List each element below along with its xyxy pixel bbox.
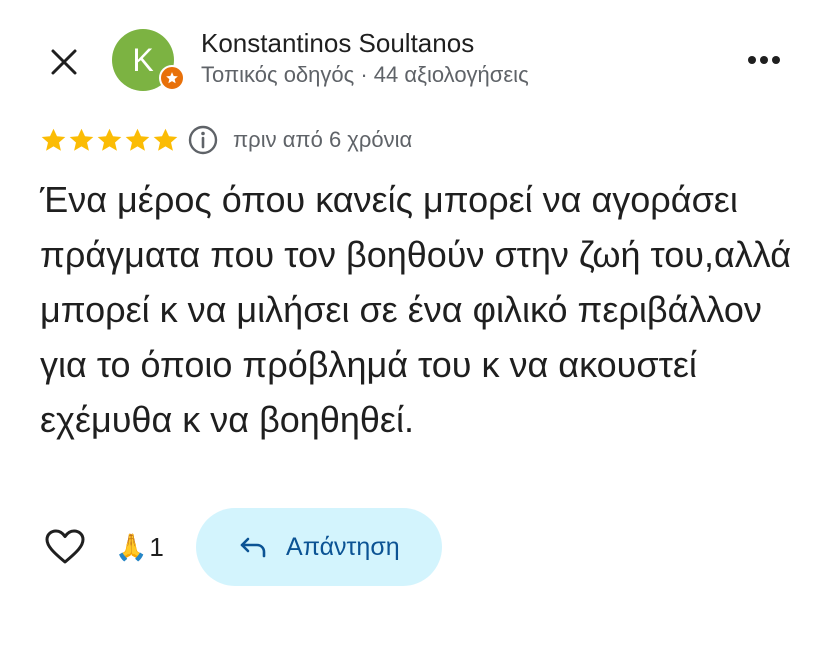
more-horizontal-icon <box>748 56 780 64</box>
reaction-count: 1 <box>149 531 164 562</box>
more-options-button[interactable] <box>742 44 786 76</box>
reply-label: Απάντηση <box>286 532 400 561</box>
info-icon[interactable] <box>187 124 219 156</box>
local-guide-badge-icon <box>159 65 185 91</box>
reaction-pray[interactable]: 🙏 1 <box>115 532 164 563</box>
review-text: Ένα μέρος όπου κανείς μπορεί να αγοράσει… <box>40 179 792 440</box>
star-icon <box>125 128 150 151</box>
star-icon <box>69 128 94 151</box>
star-icon <box>153 128 178 151</box>
review-card: K Konstantinos Soultanos Τοπικός οδηγός … <box>0 0 828 672</box>
rating-row: πριν από 6 χρόνια <box>40 122 412 158</box>
author-meta: Τοπικός οδηγός · 44 αξιολογήσεις <box>201 62 529 87</box>
avatar-initial: K <box>132 41 154 78</box>
author-name[interactable]: Konstantinos Soultanos <box>201 28 474 59</box>
star-icon <box>97 128 122 151</box>
reply-arrow-icon <box>238 532 268 562</box>
star-icon <box>41 128 66 151</box>
close-button[interactable] <box>42 40 86 84</box>
heart-icon <box>45 529 85 564</box>
pray-emoji-icon: 🙏 <box>115 532 148 562</box>
like-button[interactable] <box>40 522 90 572</box>
reply-button[interactable]: Απάντηση <box>195 508 442 586</box>
star-rating <box>40 127 179 154</box>
review-actions: 🙏 1 Απάντηση <box>40 508 442 586</box>
close-icon <box>51 49 77 75</box>
review-time: πριν από 6 χρόνια <box>233 127 413 152</box>
